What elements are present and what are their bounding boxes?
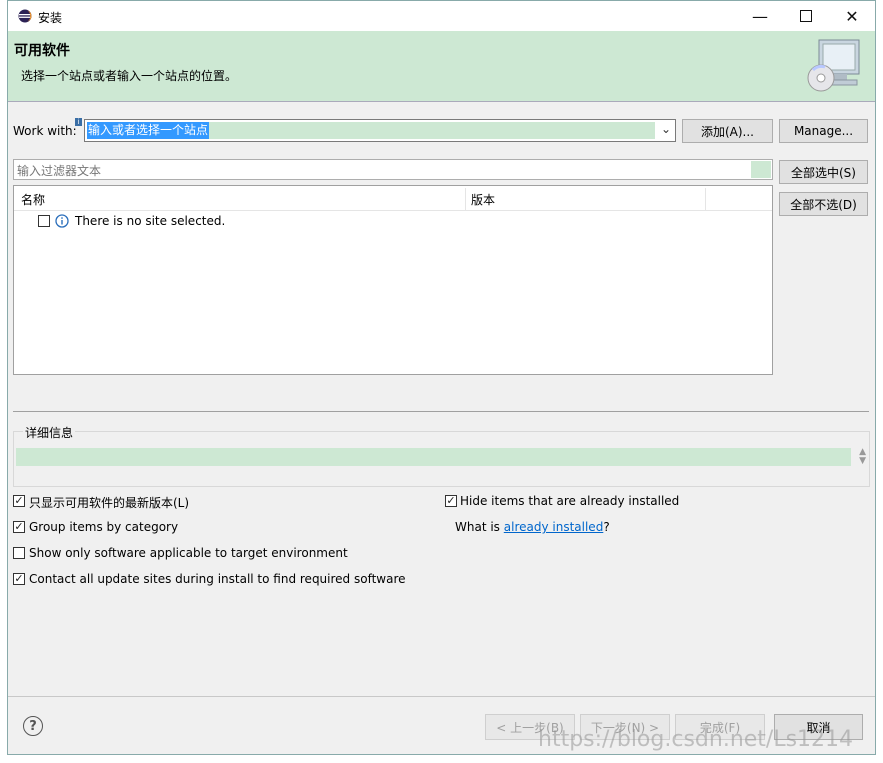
- software-tree[interactable]: 名称 版本 There is no site selected.: [13, 185, 773, 375]
- column-divider: [705, 188, 706, 210]
- group-by-category-label[interactable]: Group items by category: [29, 520, 178, 534]
- column-header-name[interactable]: 名称: [21, 191, 45, 208]
- install-computer-icon: [807, 39, 860, 92]
- latest-only-label[interactable]: 只显示可用软件的最新版本(L): [29, 494, 189, 511]
- tree-row[interactable]: There is no site selected.: [14, 212, 772, 232]
- clear-filter-icon[interactable]: [751, 161, 771, 178]
- contact-all-sites-checkbox[interactable]: ✓: [13, 573, 25, 585]
- tree-row-label: There is no site selected.: [75, 214, 226, 228]
- hide-installed-checkbox[interactable]: ✓: [445, 495, 457, 507]
- details-group: 详细信息 ▲ ▼: [13, 424, 870, 487]
- maximize-button[interactable]: [783, 1, 829, 31]
- help-icon[interactable]: ?: [23, 716, 43, 736]
- maximize-icon: [800, 10, 812, 22]
- close-icon: ✕: [845, 6, 859, 26]
- close-button[interactable]: ✕: [829, 1, 875, 31]
- manage-button[interactable]: Manage...: [779, 119, 868, 143]
- work-with-combo[interactable]: 输入或者选择一个站点 ⌄: [84, 119, 676, 142]
- details-label: 详细信息: [23, 424, 76, 441]
- combo-text-area: 输入或者选择一个站点: [87, 122, 655, 139]
- minimize-icon: —: [752, 6, 768, 26]
- minimize-button[interactable]: —: [737, 1, 783, 31]
- select-all-button[interactable]: 全部选中(S): [779, 160, 868, 184]
- add-site-button[interactable]: 添加(A)...: [682, 119, 773, 143]
- chevron-down-icon[interactable]: ⌄: [661, 122, 671, 136]
- work-with-input-value[interactable]: 输入或者选择一个站点: [87, 122, 210, 139]
- footer-separator: [8, 696, 875, 697]
- eclipse-icon: [18, 9, 32, 23]
- install-dialog: 安装 — ✕ 可用软件 选择一个站点或者输入一个站点的位置。 Work with…: [7, 0, 876, 755]
- filter-placeholder: 输入过滤器文本: [17, 164, 102, 178]
- target-env-checkbox[interactable]: [13, 547, 25, 559]
- info-decoration-icon: i: [75, 118, 82, 126]
- title-bar: 安装 — ✕: [8, 1, 875, 31]
- column-divider: [465, 188, 466, 210]
- details-scroll-icon[interactable]: ▲ ▼: [859, 448, 866, 466]
- row-checkbox[interactable]: [38, 215, 50, 227]
- info-icon: [55, 214, 69, 228]
- watermark: https://blog.csdn.net/Ls1214: [538, 727, 854, 752]
- already-installed-link[interactable]: already installed: [504, 520, 604, 534]
- what-is-suffix: ?: [603, 520, 610, 534]
- window-title: 安装: [38, 11, 63, 25]
- filter-input[interactable]: 输入过滤器文本: [13, 159, 773, 180]
- splitter[interactable]: [13, 411, 869, 412]
- wizard-header: 可用软件 选择一个站点或者输入一个站点的位置。: [8, 31, 875, 102]
- what-is-prefix: What is: [455, 520, 500, 534]
- what-is-text: What is already installed?: [455, 520, 610, 534]
- deselect-all-button[interactable]: 全部不选(D): [779, 192, 868, 216]
- page-subtitle: 选择一个站点或者输入一个站点的位置。: [21, 69, 238, 83]
- column-header-version[interactable]: 版本: [471, 191, 495, 208]
- page-title: 可用软件: [14, 43, 70, 59]
- tree-header: 名称 版本: [14, 186, 772, 211]
- details-text-area[interactable]: [16, 448, 851, 466]
- hide-installed-label[interactable]: Hide items that are already installed: [460, 494, 679, 508]
- work-with-label: Work with:: [13, 124, 77, 138]
- contact-all-sites-label[interactable]: Contact all update sites during install …: [29, 572, 406, 586]
- latest-only-checkbox[interactable]: ✓: [13, 495, 25, 507]
- target-env-label[interactable]: Show only software applicable to target …: [29, 546, 348, 560]
- group-by-category-checkbox[interactable]: ✓: [13, 521, 25, 533]
